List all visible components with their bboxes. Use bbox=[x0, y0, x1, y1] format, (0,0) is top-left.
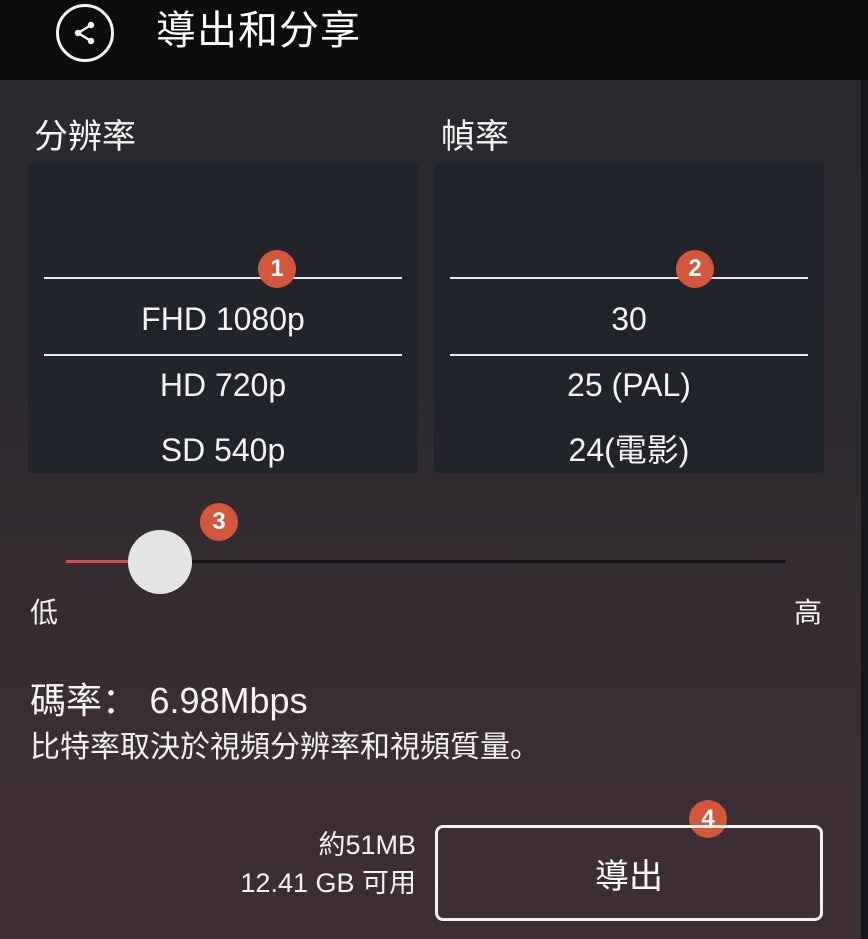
callout-badge-3: 3 bbox=[200, 503, 238, 541]
resolution-option-1080p[interactable]: FHD 1080p bbox=[28, 299, 418, 339]
framerate-option-30[interactable]: 30 bbox=[434, 299, 824, 339]
selection-line-top bbox=[450, 277, 808, 279]
scrollbar-track bbox=[861, 80, 868, 939]
export-size-info: 約51MB 12.41 GB 可用 bbox=[240, 826, 416, 902]
header-bar: 導出和分享 bbox=[0, 0, 868, 80]
selection-line-bottom bbox=[450, 354, 808, 356]
resolution-picker[interactable]: FHD 1080p HD 720p SD 540p bbox=[28, 163, 418, 473]
available-storage: 12.41 GB 可用 bbox=[240, 868, 416, 898]
quality-slider-thumb[interactable] bbox=[127, 530, 192, 594]
bitrate-readout: 碼率： 6.98Mbps bbox=[30, 678, 308, 725]
callout-badge-2: 2 bbox=[676, 250, 714, 288]
resolution-label: 分辨率 bbox=[34, 117, 136, 157]
export-button[interactable]: 導出 bbox=[435, 825, 823, 921]
quality-max-label: 高 bbox=[794, 596, 823, 629]
back-button[interactable] bbox=[56, 4, 114, 62]
page-title: 導出和分享 bbox=[156, 8, 361, 54]
resolution-option-720p[interactable]: HD 720p bbox=[28, 365, 418, 405]
callout-badge-1: 1 bbox=[258, 250, 296, 288]
estimated-size: 約51MB bbox=[318, 830, 416, 860]
resolution-option-540p[interactable]: SD 540p bbox=[28, 430, 418, 470]
bitrate-label: 碼率： bbox=[30, 681, 139, 722]
framerate-label: 幀率 bbox=[441, 117, 509, 157]
share-icon bbox=[74, 21, 95, 45]
selection-line-top bbox=[44, 277, 402, 279]
selection-line-bottom bbox=[44, 354, 402, 356]
bitrate-description: 比特率取決於視頻分辨率和視頻質量。 bbox=[30, 730, 540, 765]
bitrate-value: 6.98Mbps bbox=[149, 680, 308, 721]
framerate-option-24[interactable]: 24(電影) bbox=[434, 430, 824, 470]
quality-min-label: 低 bbox=[30, 596, 59, 629]
framerate-option-25[interactable]: 25 (PAL) bbox=[434, 365, 824, 405]
framerate-picker[interactable]: 30 25 (PAL) 24(電影) bbox=[434, 163, 824, 473]
